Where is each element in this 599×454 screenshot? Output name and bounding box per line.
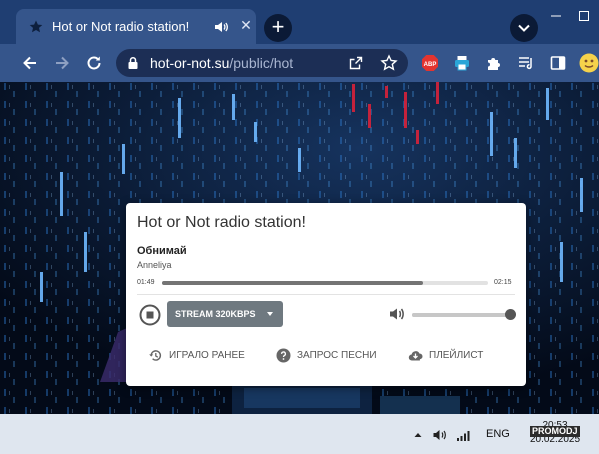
network-signal-icon[interactable] xyxy=(456,427,472,443)
printer-icon[interactable] xyxy=(453,54,471,72)
help-circle-icon xyxy=(276,348,291,363)
progress-fill xyxy=(162,281,423,285)
stop-button[interactable] xyxy=(139,304,161,326)
url-path: /public/hot xyxy=(229,55,294,71)
volume-knob[interactable] xyxy=(505,309,516,320)
bookmark-star-icon[interactable] xyxy=(380,54,398,72)
total-duration: 02:15 xyxy=(494,279,512,286)
lock-icon[interactable] xyxy=(126,56,140,70)
history-icon xyxy=(149,350,162,361)
stream-quality-label: STREAM 320KBPS xyxy=(175,309,256,319)
side-panel-icon[interactable] xyxy=(549,54,567,72)
artist-name: Anneliya xyxy=(137,260,172,270)
url-host: hot-or-not.su xyxy=(150,55,230,71)
tab-title: Hot or Not radio station! xyxy=(52,19,190,34)
stream-quality-dropdown[interactable]: STREAM 320KBPS xyxy=(167,301,283,327)
maximize-icon[interactable] xyxy=(576,8,592,24)
playlist-button[interactable]: ПЛЕЙЛИСТ xyxy=(408,348,498,364)
cloud-download-icon xyxy=(408,351,423,361)
show-hidden-icons-icon[interactable] xyxy=(410,427,426,443)
station-title: Hot or Not radio station! xyxy=(137,214,306,231)
tab-strip: Hot or Not radio station! ✕ + xyxy=(0,0,599,44)
minimize-icon[interactable] xyxy=(548,8,564,24)
song-request-label: ЗАПРОС ПЕСНИ xyxy=(297,350,377,361)
played-before-label: ИГРАЛО РАНЕЕ xyxy=(169,350,245,361)
caret-down-icon xyxy=(267,312,273,316)
back-arrow-icon[interactable] xyxy=(20,53,40,73)
watermark-logo: PROMODJ xyxy=(530,426,580,437)
taskbar: ENG 20:53 20.02.2025 PROMODJ xyxy=(0,414,599,454)
url-text: hot-or-not.su/public/hot xyxy=(150,55,293,71)
song-request-button[interactable]: ЗАПРОС ПЕСНИ xyxy=(276,348,386,364)
share-icon[interactable] xyxy=(348,55,364,71)
song-title: Обнимай xyxy=(137,245,187,257)
reload-icon[interactable] xyxy=(84,53,104,73)
adblock-plus-icon[interactable]: ABP xyxy=(421,54,439,72)
close-tab-icon[interactable]: ✕ xyxy=(238,17,254,33)
speaker-icon[interactable] xyxy=(213,19,229,35)
browser-tab[interactable]: Hot or Not radio station! ✕ xyxy=(16,9,256,44)
player-card: Hot or Not radio station! Обнимай Anneli… xyxy=(126,203,526,386)
abp-label: ABP xyxy=(424,62,437,68)
browser-toolbar: hot-or-not.su/public/hot ABP xyxy=(0,44,599,82)
volume-tray-icon[interactable] xyxy=(432,427,448,443)
tab-search-button[interactable] xyxy=(510,14,538,42)
new-tab-button[interactable]: + xyxy=(264,14,292,42)
address-bar[interactable]: hot-or-not.su/public/hot xyxy=(116,49,408,77)
chevron-down-icon xyxy=(518,24,530,32)
volume-icon[interactable] xyxy=(388,305,406,323)
star-favicon-icon xyxy=(29,20,43,33)
reading-list-icon[interactable] xyxy=(517,54,535,72)
volume-slider[interactable] xyxy=(412,309,516,320)
volume-fill xyxy=(412,313,510,317)
input-language-indicator[interactable]: ENG xyxy=(486,428,510,440)
extensions-puzzle-icon[interactable] xyxy=(485,54,503,72)
divider xyxy=(137,294,515,295)
progress-bar[interactable] xyxy=(162,281,488,285)
elapsed-time: 01:49 xyxy=(137,279,155,286)
played-before-button[interactable]: ИГРАЛО РАНЕЕ xyxy=(148,348,258,364)
profile-avatar-icon[interactable] xyxy=(579,53,599,73)
stop-icon xyxy=(146,311,154,319)
forward-arrow-icon[interactable] xyxy=(52,53,72,73)
playlist-label: ПЛЕЙЛИСТ xyxy=(429,350,484,361)
